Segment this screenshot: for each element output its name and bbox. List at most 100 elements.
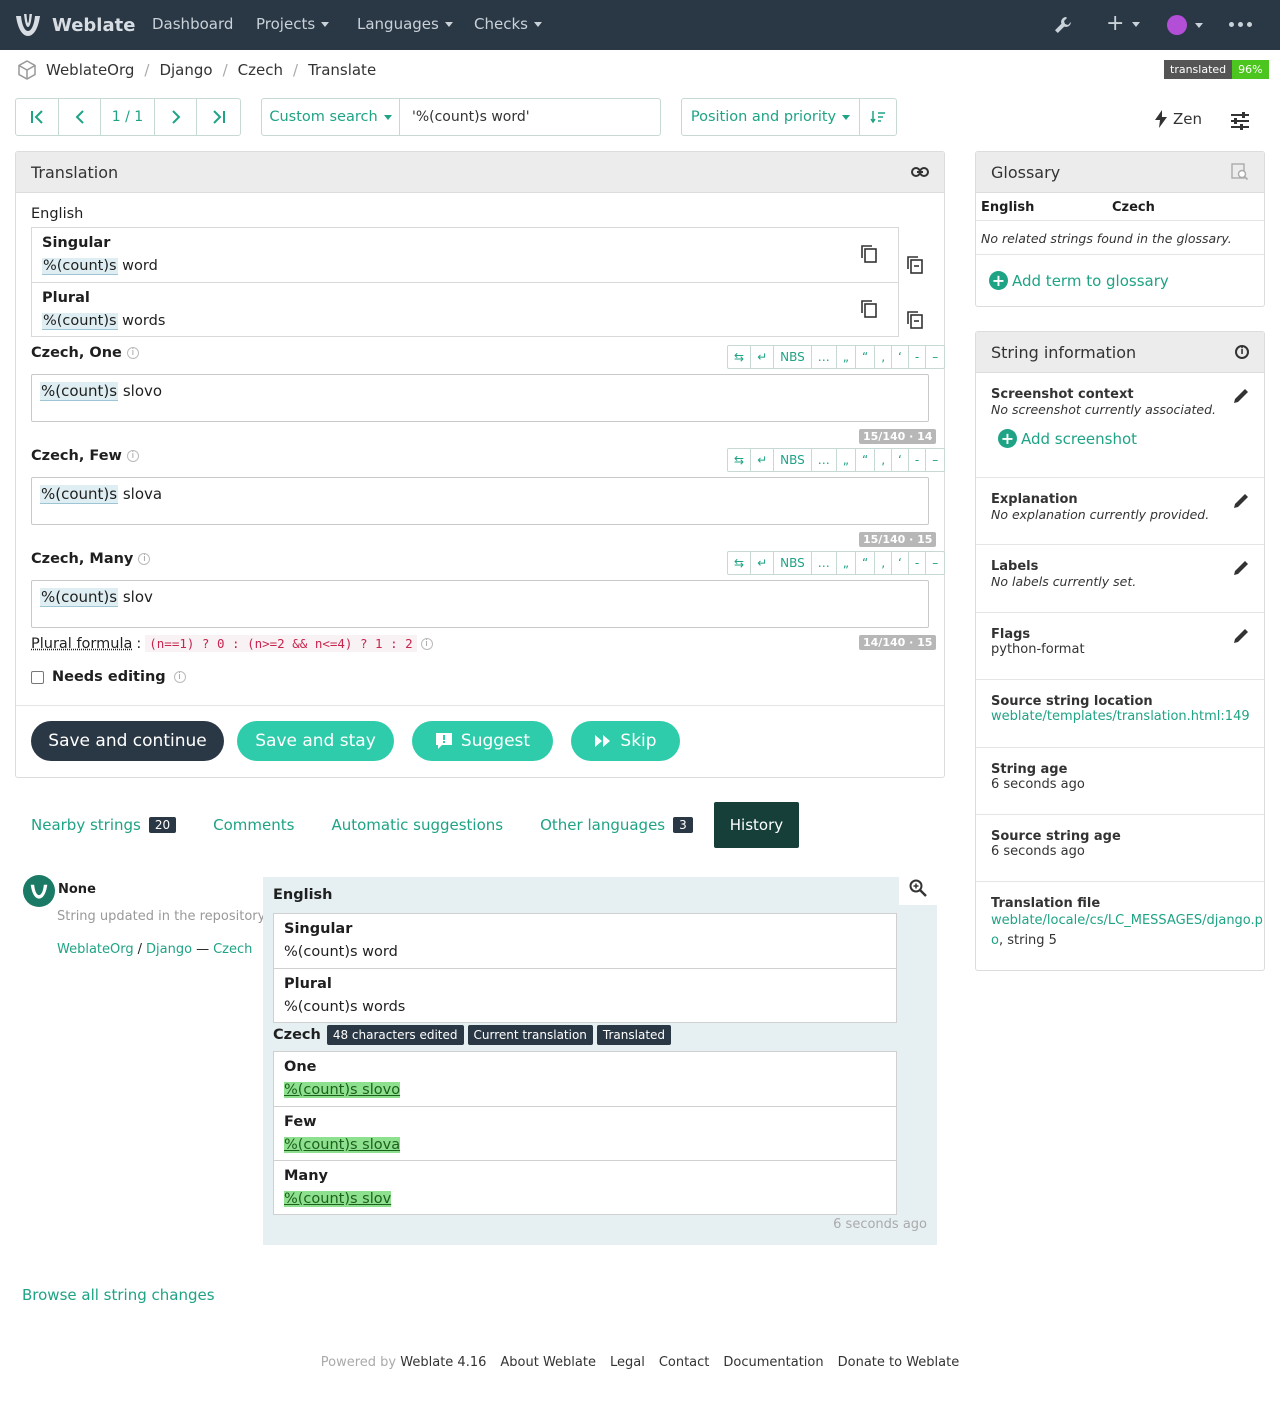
history-user[interactable]: None	[58, 882, 96, 897]
info-icon[interactable]: i	[126, 450, 139, 462]
skip-button[interactable]: Skip	[571, 721, 680, 761]
more-icon[interactable]	[1229, 22, 1252, 27]
translation-input-many[interactable]: %(count)s slov	[31, 580, 929, 628]
info-icon[interactable]: i	[138, 553, 151, 565]
suggest-button[interactable]: Suggest	[412, 721, 553, 761]
newline-button[interactable]: ↵	[751, 552, 775, 574]
hyphen-button[interactable]: -	[909, 552, 927, 574]
zoom-icon[interactable]	[899, 871, 937, 905]
tab-char-button[interactable]: ⇆	[728, 346, 752, 368]
link-icon[interactable]	[911, 166, 929, 178]
quote-low-button[interactable]: „	[837, 449, 856, 471]
tab-comments[interactable]: Comments	[192, 802, 310, 848]
pencil-icon[interactable]	[1232, 627, 1250, 645]
nav-projects[interactable]: Projects	[256, 15, 330, 33]
ellipsis-button[interactable]: …	[812, 449, 837, 471]
single-quote-low-button[interactable]: ‚	[875, 552, 893, 574]
tab-char-button[interactable]: ⇆	[728, 449, 752, 471]
nav-checks[interactable]: Checks	[474, 15, 542, 33]
needs-editing-checkbox[interactable]	[31, 670, 44, 684]
quote-high-button[interactable]: “	[856, 346, 876, 368]
add-term-button[interactable]: + Add term to glossary	[989, 271, 1169, 290]
tab-char-button[interactable]: ⇆	[728, 552, 752, 574]
brand[interactable]: Weblate	[14, 12, 135, 38]
single-quote-high-button[interactable]: ‘	[892, 449, 909, 471]
translation-file-link[interactable]: weblate/locale/cs/LC_MESSAGES/django.p	[991, 911, 1263, 931]
en-dash-button[interactable]: –	[926, 552, 944, 574]
tab-history[interactable]: History	[713, 802, 800, 848]
history-component-link[interactable]: Django	[146, 942, 192, 957]
tab-automatic-suggestions[interactable]: Automatic suggestions	[310, 802, 519, 848]
quote-high-button[interactable]: “	[856, 449, 876, 471]
tab-nearby-strings[interactable]: Nearby strings 20	[15, 802, 192, 848]
search-input[interactable]: '%(count)s word'	[400, 99, 530, 135]
save-continue-button[interactable]: Save and continue	[31, 721, 224, 761]
footer-documentation-link[interactable]: Documentation	[723, 1355, 823, 1370]
translation-input-one[interactable]: %(count)s slovo	[31, 374, 929, 422]
hyphen-button[interactable]: -	[909, 346, 927, 368]
search-mode-dropdown[interactable]: Custom search	[262, 99, 400, 135]
single-quote-low-button[interactable]: ‚	[875, 449, 893, 471]
previous-button[interactable]	[59, 99, 101, 135]
footer-donate-link[interactable]: Donate to Weblate	[838, 1355, 960, 1370]
pencil-icon[interactable]	[1232, 492, 1250, 510]
nbsp-button[interactable]: NBS	[774, 449, 812, 471]
pencil-icon[interactable]	[1232, 559, 1250, 577]
breadcrumb-project[interactable]: WeblateOrg	[46, 61, 134, 79]
footer-contact-link[interactable]: Contact	[659, 1355, 710, 1370]
last-button[interactable]	[197, 99, 240, 135]
footer-about-link[interactable]: About Weblate	[500, 1355, 596, 1370]
source-location-link[interactable]: weblate/templates/translation.html:149	[991, 709, 1250, 724]
hyphen-button[interactable]: -	[909, 449, 927, 471]
single-quote-high-button[interactable]: ‘	[892, 552, 909, 574]
info-icon[interactable]: i	[420, 637, 433, 650]
breadcrumb-language[interactable]: Czech	[238, 61, 283, 79]
newline-button[interactable]: ↵	[751, 449, 775, 471]
clone-source-icon[interactable]	[907, 311, 923, 329]
pencil-icon[interactable]	[1232, 387, 1250, 405]
single-quote-low-button[interactable]: ‚	[875, 346, 893, 368]
nav-languages[interactable]: Languages	[357, 15, 453, 33]
newline-button[interactable]: ↵	[751, 346, 775, 368]
clone-source-icon[interactable]	[907, 256, 923, 274]
settings-sliders-icon[interactable]	[1230, 112, 1250, 130]
quote-low-button[interactable]: „	[837, 346, 856, 368]
copy-icon[interactable]	[861, 245, 877, 263]
footer-legal-link[interactable]: Legal	[610, 1355, 645, 1370]
history-project-link[interactable]: WeblateOrg	[57, 942, 134, 957]
translation-file-link-tail[interactable]: o	[991, 933, 999, 948]
save-stay-button[interactable]: Save and stay	[237, 721, 394, 761]
copy-icon[interactable]	[861, 300, 877, 318]
nbsp-button[interactable]: NBS	[774, 552, 812, 574]
translation-input-few[interactable]: %(count)s slova	[31, 477, 929, 525]
next-button[interactable]	[155, 99, 197, 135]
add-screenshot-button[interactable]: + Add screenshot	[998, 429, 1249, 448]
ellipsis-button[interactable]: …	[812, 552, 837, 574]
nav-dashboard[interactable]: Dashboard	[152, 15, 233, 33]
zen-button[interactable]: Zen	[1155, 110, 1202, 128]
quote-low-button[interactable]: „	[837, 552, 856, 574]
placeholder-highlight[interactable]: %(count)s	[42, 258, 118, 275]
version-link[interactable]: Weblate 4.16	[400, 1355, 486, 1370]
info-circle-icon[interactable]: i	[1235, 345, 1249, 359]
status-badge[interactable]: translated 96%	[1164, 60, 1269, 79]
en-dash-button[interactable]: –	[926, 346, 944, 368]
nbsp-button[interactable]: NBS	[774, 346, 812, 368]
glossary-search-icon[interactable]	[1231, 163, 1249, 181]
tab-other-languages[interactable]: Other languages 3	[519, 802, 709, 848]
history-language-link[interactable]: Czech	[213, 942, 252, 957]
info-icon[interactable]: i	[173, 671, 186, 683]
browse-all-changes-link[interactable]: Browse all string changes	[22, 1286, 215, 1304]
breadcrumb-component[interactable]: Django	[159, 61, 212, 79]
quote-high-button[interactable]: “	[856, 552, 876, 574]
info-icon[interactable]: i	[126, 347, 139, 359]
first-button[interactable]	[16, 99, 59, 135]
placeholder-highlight[interactable]: %(count)s	[42, 313, 118, 330]
single-quote-high-button[interactable]: ‘	[892, 346, 909, 368]
sort-direction-button[interactable]	[860, 99, 896, 135]
ellipsis-button[interactable]: …	[812, 346, 837, 368]
sort-dropdown[interactable]: Position and priority	[682, 99, 860, 135]
add-menu[interactable]: +	[1106, 13, 1141, 35]
wrench-icon[interactable]	[1053, 15, 1073, 35]
user-menu[interactable]	[1167, 15, 1203, 35]
